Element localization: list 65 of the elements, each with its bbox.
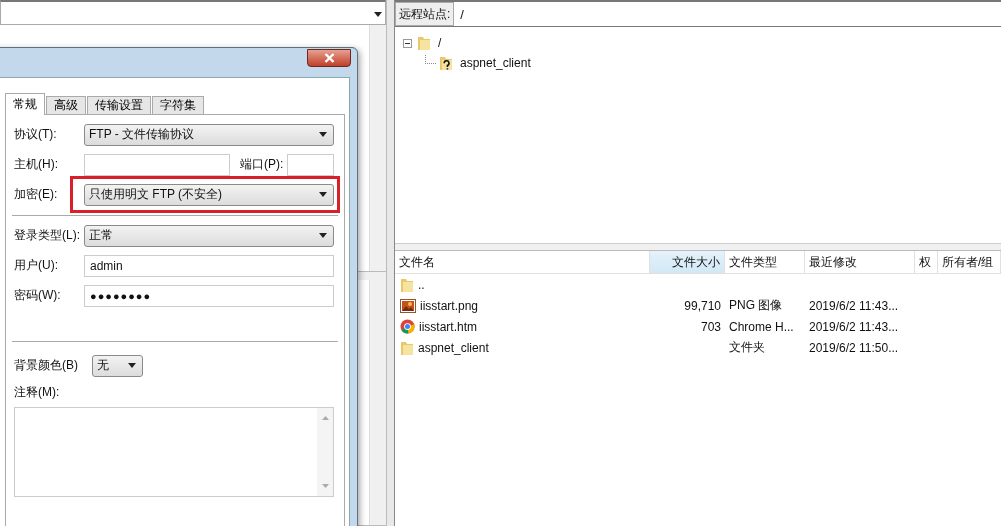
- image-file-icon: [400, 298, 416, 313]
- file-name[interactable]: iisstart.htm: [419, 319, 477, 334]
- file-modified: 2019/6/2 11:50...: [809, 340, 899, 355]
- splitter[interactable]: [395, 243, 1001, 251]
- scrollbar[interactable]: [369, 25, 387, 271]
- folder-icon: [400, 339, 414, 356]
- tab[interactable]: 字符集: [152, 96, 204, 114]
- tab[interactable]: 高级: [46, 96, 86, 114]
- file-size: 703: [700, 319, 721, 334]
- caret-icon: [128, 363, 136, 368]
- protocol-select[interactable]: FTP - 文件传输协议: [84, 123, 334, 146]
- close-icon: [323, 53, 335, 63]
- caret-icon: [319, 233, 327, 238]
- column-header[interactable]: 最近修改: [805, 251, 915, 273]
- splitter[interactable]: [386, 0, 395, 526]
- file-name[interactable]: aspnet_client: [418, 340, 489, 355]
- file-name[interactable]: iisstart.png: [420, 298, 479, 313]
- tree-item[interactable]: aspnet_client: [456, 56, 531, 70]
- field-label: 端口(P):: [240, 156, 285, 173]
- field-label: 协议(T):: [14, 126, 58, 143]
- column-header[interactable]: 所有者/组: [938, 251, 1001, 273]
- logon-type-select[interactable]: 正常: [84, 224, 334, 247]
- password-field[interactable]: ●●●●●●●●: [84, 284, 334, 307]
- file-type: PNG 图像: [729, 297, 783, 314]
- caret-icon: [319, 192, 327, 197]
- file-size: 99,710: [684, 298, 721, 313]
- field-label: 密码(W):: [14, 287, 62, 304]
- local-path-combo[interactable]: [0, 0, 387, 25]
- file-name[interactable]: ..: [418, 277, 425, 292]
- column-header[interactable]: 文件类型: [725, 251, 805, 273]
- field-label: 登录类型(L):: [14, 227, 81, 244]
- column-header[interactable]: 文件大小: [650, 251, 725, 273]
- question-folder-icon: [439, 55, 453, 71]
- encryption-select[interactable]: 只使用明文 FTP (不安全): [84, 183, 334, 206]
- field-label: 背景颜色(B): [14, 357, 79, 374]
- user-field[interactable]: admin: [84, 254, 334, 277]
- caret-icon: [374, 12, 383, 17]
- field-label: 加密(E):: [14, 186, 59, 203]
- scrollbar[interactable]: [317, 408, 333, 496]
- remote-site-label: 远程站点:: [395, 2, 455, 26]
- tab[interactable]: 传输设置: [87, 96, 151, 114]
- tree-item[interactable]: /: [434, 36, 442, 50]
- remote-path-field[interactable]: /: [454, 2, 1001, 26]
- file-type: 文件夹: [729, 339, 765, 356]
- field-label: 主机(H):: [14, 156, 59, 173]
- comments-field[interactable]: [14, 407, 334, 497]
- scrollbar[interactable]: [369, 279, 387, 525]
- column-header[interactable]: 权: [915, 251, 938, 273]
- host-field[interactable]: [84, 153, 230, 176]
- folder-icon: [417, 35, 431, 51]
- port-field[interactable]: [287, 153, 334, 176]
- tab[interactable]: 常规: [5, 93, 45, 115]
- field-label: 用户(U):: [14, 257, 59, 274]
- file-modified: 2019/6/2 11:43...: [809, 298, 899, 313]
- folder-icon: [400, 276, 414, 293]
- tree-toggle-icon[interactable]: [403, 38, 412, 48]
- field-label: 注释(M):: [14, 384, 61, 401]
- browser-icon: [400, 319, 415, 334]
- file-modified: 2019/6/2 11:43...: [809, 319, 899, 334]
- file-type: Chrome H...: [729, 319, 794, 334]
- close-button[interactable]: [307, 49, 351, 67]
- scroll-down-icon[interactable]: [321, 484, 329, 488]
- scroll-up-icon[interactable]: [321, 416, 329, 420]
- color-select[interactable]: 无: [92, 354, 143, 377]
- caret-icon: [319, 132, 327, 137]
